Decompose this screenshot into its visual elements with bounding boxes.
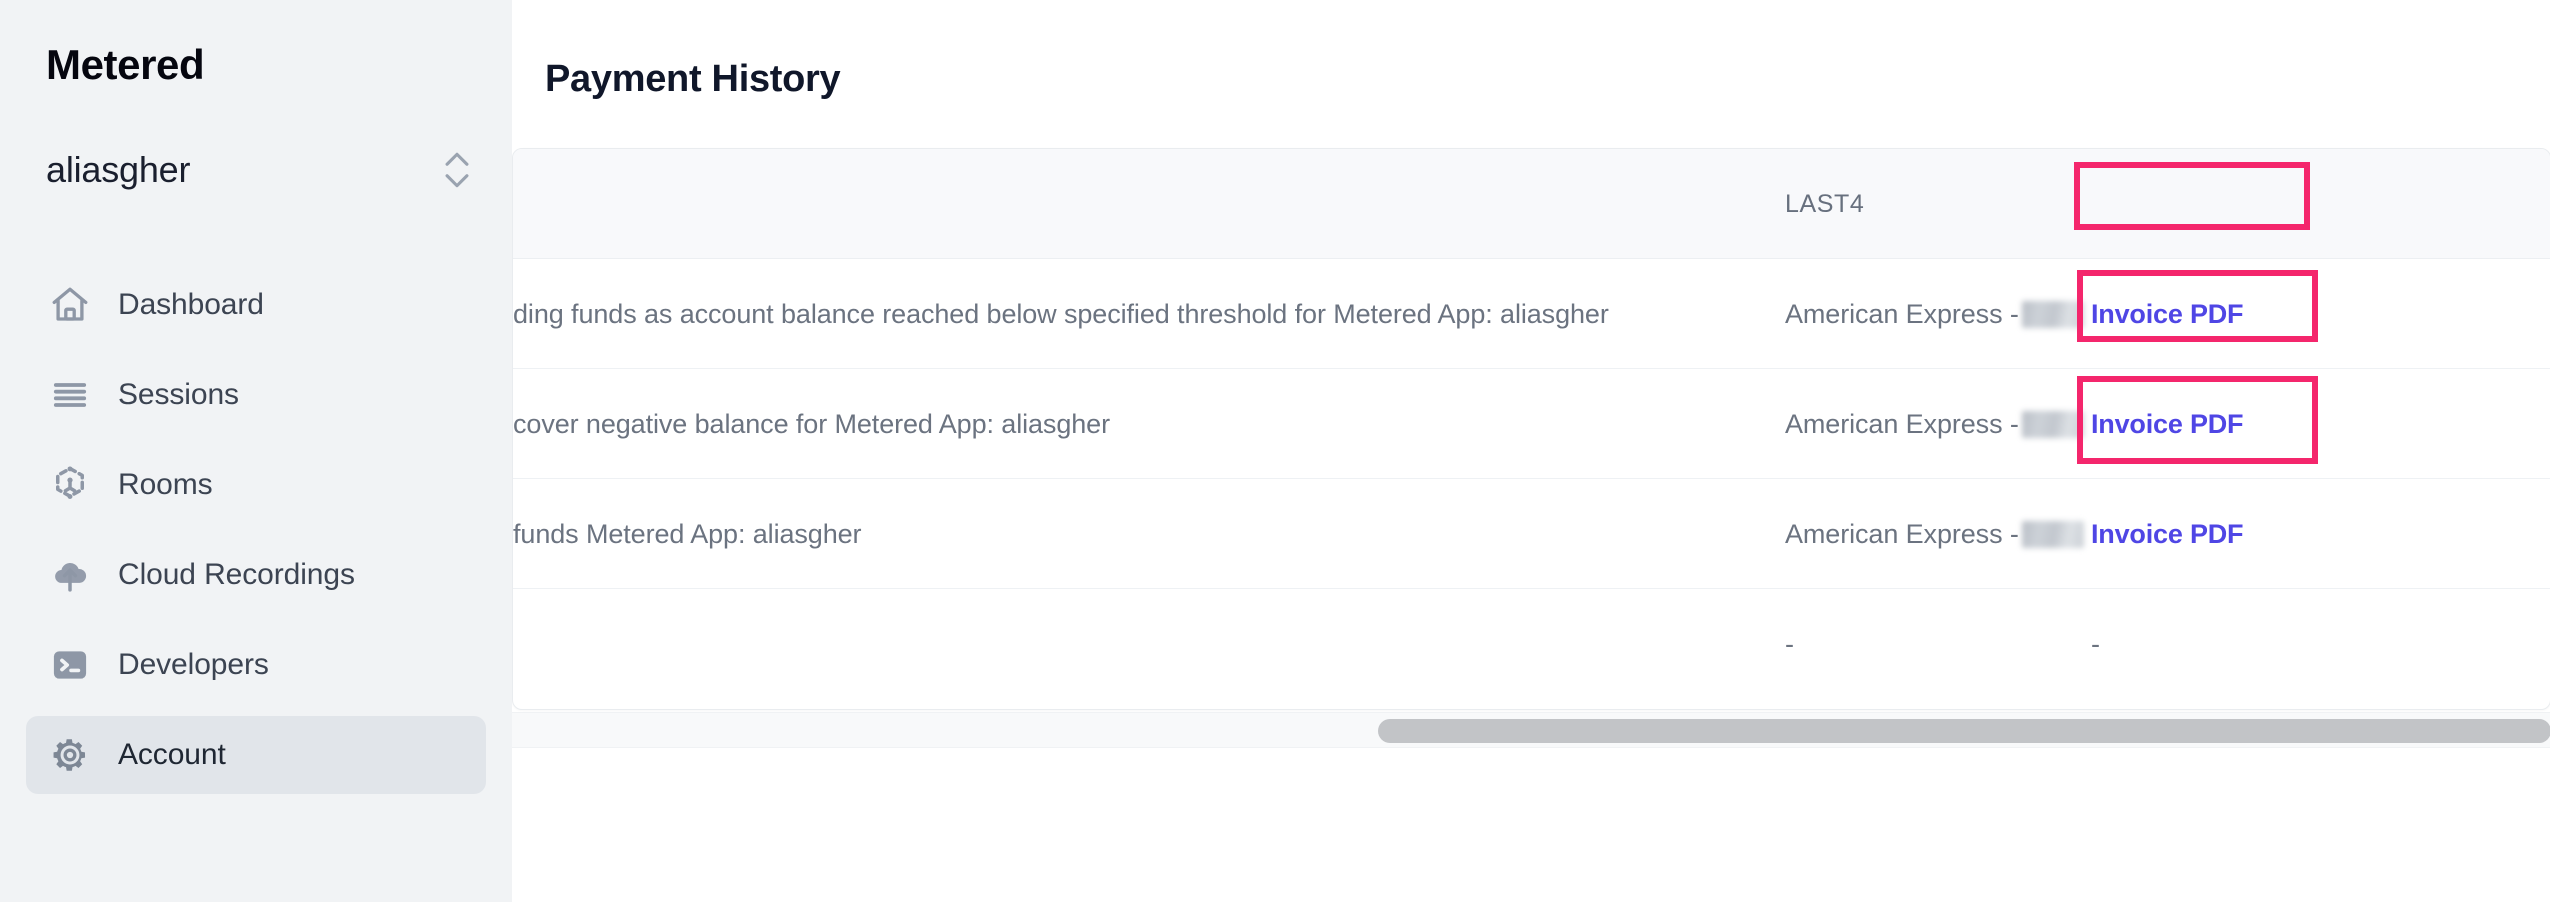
page-title: Payment History <box>545 58 841 100</box>
cell-action: Invoice PDF <box>2091 259 2244 369</box>
card-brand-label: American Express - <box>1785 408 2019 439</box>
cell-last4: - <box>1785 628 1794 659</box>
account-switcher[interactable]: aliasgher <box>46 148 480 192</box>
chevron-up-down-icon <box>440 148 474 192</box>
app-root: Metered aliasgher Dashboard Sessions Roo… <box>0 0 2550 902</box>
cell-description: cover negative balance for Metered App: … <box>513 408 1110 439</box>
invoice-pdf-link[interactable]: Invoice PDF <box>2091 299 2244 330</box>
cell-action: - <box>2091 628 2100 659</box>
masked-last4 <box>2021 520 2084 548</box>
table-header-row: LAST4 <box>513 149 2550 259</box>
account-switcher-label: aliasgher <box>46 149 191 190</box>
brand-title: Metered <box>46 41 205 88</box>
horizontal-scrollbar-thumb[interactable] <box>1378 719 2550 743</box>
invoice-pdf-link[interactable]: Invoice PDF <box>2091 409 2244 440</box>
payment-history-table: LAST4 ding funds as account balance reac… <box>512 148 2550 710</box>
rooms-node-icon <box>48 463 92 507</box>
sidebar-item-label: Dashboard <box>118 288 264 321</box>
table-row[interactable]: funds Metered App: aliasgher American Ex… <box>513 479 2550 589</box>
cell-description: ding funds as account balance reached be… <box>513 298 1609 329</box>
sidebar: Metered aliasgher Dashboard Sessions Roo… <box>0 0 512 902</box>
sidebar-item-label: Sessions <box>118 378 239 411</box>
sidebar-item-dashboard[interactable]: Dashboard <box>26 266 486 344</box>
cell-action: Invoice PDF <box>2091 479 2244 589</box>
card-brand-label: American Express - <box>1785 298 2019 329</box>
gear-icon <box>48 733 92 777</box>
sidebar-item-cloud-recordings[interactable]: Cloud Recordings <box>26 536 486 614</box>
table-row[interactable]: - - <box>513 589 2550 699</box>
table-row[interactable]: cover negative balance for Metered App: … <box>513 369 2550 479</box>
list-icon <box>48 373 92 417</box>
sidebar-item-label: Developers <box>118 648 269 681</box>
sidebar-item-label: Rooms <box>118 468 213 501</box>
masked-last4 <box>2021 300 2084 328</box>
sidebar-nav: Dashboard Sessions Rooms Cloud Recording… <box>0 266 512 794</box>
sidebar-item-label: Account <box>118 738 226 771</box>
sidebar-item-rooms[interactable]: Rooms <box>26 446 486 524</box>
masked-last4 <box>2021 410 2084 438</box>
column-header-last4: LAST4 <box>1785 189 1865 218</box>
sidebar-item-label: Cloud Recordings <box>118 558 355 591</box>
card-brand-label: American Express - <box>1785 518 2019 549</box>
sidebar-item-developers[interactable]: Developers <box>26 626 486 704</box>
table-row[interactable]: ding funds as account balance reached be… <box>513 259 2550 369</box>
sidebar-item-sessions[interactable]: Sessions <box>26 356 486 434</box>
invoice-pdf-link[interactable]: Invoice PDF <box>2091 519 2244 550</box>
main-content: Payment History LAST4 ding funds as acco… <box>512 0 2550 902</box>
cell-action: Invoice PDF <box>2091 369 2244 479</box>
home-icon <box>48 283 92 327</box>
cell-last4: American Express - <box>1785 369 2084 479</box>
cell-last4: American Express - <box>1785 479 2084 589</box>
sidebar-item-account[interactable]: Account <box>26 716 486 794</box>
horizontal-scrollbar[interactable] <box>512 712 2550 748</box>
terminal-icon <box>48 643 92 687</box>
cell-description: funds Metered App: aliasgher <box>513 518 862 549</box>
cloud-upload-icon <box>48 553 92 597</box>
cell-last4: American Express - <box>1785 259 2084 369</box>
